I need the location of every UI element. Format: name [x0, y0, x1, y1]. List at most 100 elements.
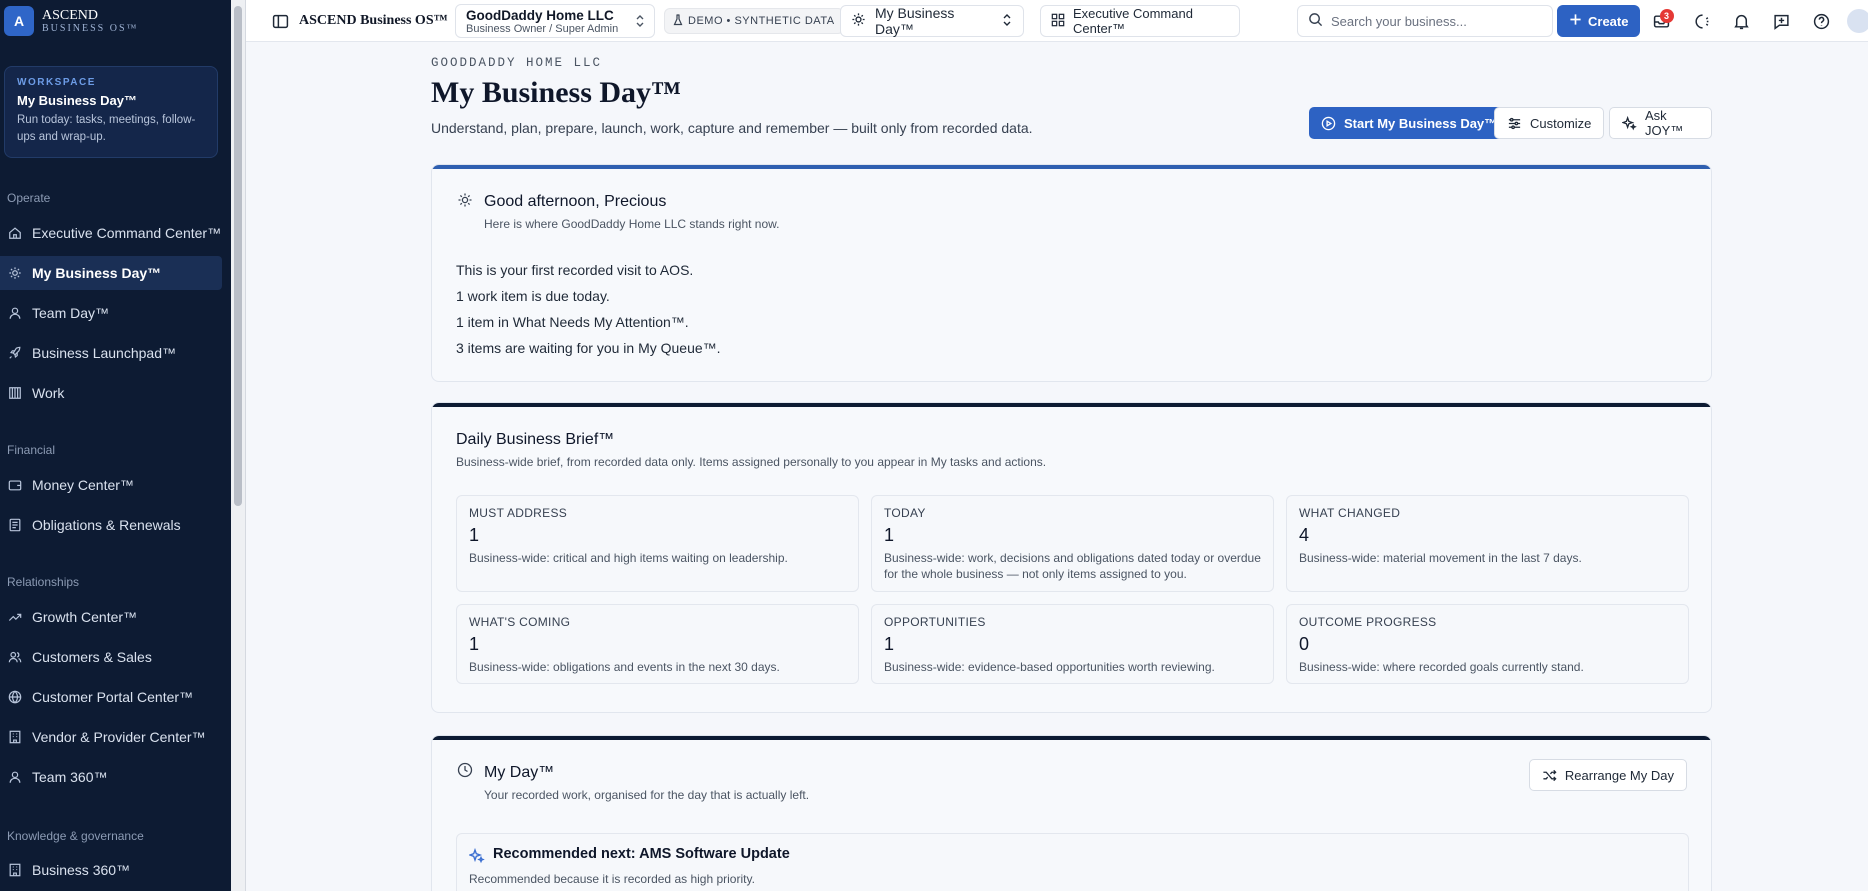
- search-input[interactable]: Search your business...: [1297, 5, 1553, 37]
- sidebar-item-label: Customer Portal Center™: [32, 689, 194, 705]
- chevron-updown-icon: [1001, 13, 1013, 30]
- stat-description: Business-wide: evidence-based opportunit…: [884, 660, 1215, 674]
- help-circle-icon: [1813, 13, 1830, 30]
- clock-icon: [457, 762, 473, 778]
- stat-label: MUST ADDRESS: [469, 506, 568, 520]
- stat-what-changed[interactable]: WHAT CHANGED 4 Business-wide: material m…: [1286, 495, 1689, 592]
- user-icon: [8, 770, 22, 784]
- sidebar-item-label: Team 360™: [32, 769, 108, 785]
- main-content: GOODDADDY HOME LLC My Business Day™ Unde…: [431, 42, 1712, 891]
- greeting-lines: This is your first recorded visit to AOS…: [456, 257, 721, 361]
- stat-label: WHAT'S COMING: [469, 615, 571, 629]
- feedback-button[interactable]: [1767, 5, 1795, 37]
- sidebar-item-business-launchpad[interactable]: Business Launchpad™: [0, 336, 222, 370]
- command-center-label: Executive Command Center™: [1073, 6, 1193, 36]
- sidebar-item-label: Executive Command Center™: [32, 225, 222, 241]
- brief-title: Daily Business Brief™: [456, 431, 615, 448]
- stat-must-address[interactable]: MUST ADDRESS 1 Business-wide: critical a…: [456, 495, 859, 592]
- workspace-select-label: My Business Day™: [875, 5, 955, 37]
- create-button[interactable]: Create: [1557, 5, 1641, 37]
- flask-icon: [673, 13, 683, 29]
- greeting-line: 3 items are waiting for you in My Queue™…: [456, 340, 721, 356]
- create-label: Create: [1588, 13, 1629, 29]
- customize-button[interactable]: Customize: [1494, 107, 1605, 139]
- stat-outcome-progress[interactable]: OUTCOME PROGRESS 0 Business-wide: where …: [1286, 604, 1689, 684]
- app-title: ASCEND Business OS™: [299, 13, 448, 28]
- sparkles-icon: [1622, 115, 1637, 131]
- nav-section-operate: Operate: [7, 191, 51, 205]
- sidebar-item-customer-portal-center[interactable]: Customer Portal Center™: [0, 680, 222, 714]
- customize-label: Customize: [1530, 115, 1592, 131]
- card-accent-bar: [432, 403, 1711, 407]
- sidebar-item-label: Business Launchpad™: [32, 345, 176, 361]
- search-icon: [1308, 12, 1323, 30]
- notifications-button[interactable]: [1727, 5, 1755, 37]
- demo-badge: DEMO • SYNTHETIC DATA: [664, 8, 844, 34]
- sidebar-item-team-360[interactable]: Team 360™: [0, 760, 222, 794]
- user-avatar[interactable]: [1845, 5, 1868, 37]
- nav-section-financial: Financial: [7, 443, 56, 457]
- sidebar-toggle-icon[interactable]: [266, 5, 294, 37]
- page-subtitle: Understand, plan, prepare, launch, work,…: [431, 120, 1033, 136]
- scrollbar-thumb[interactable]: [234, 6, 242, 506]
- stat-value: 1: [469, 634, 480, 654]
- inbox-button[interactable]: 3: [1647, 5, 1675, 37]
- sidebar-item-my-business-day[interactable]: My Business Day™: [0, 256, 222, 290]
- stat-whats-coming[interactable]: WHAT'S COMING 1 Business-wide: obligatio…: [456, 604, 859, 684]
- stat-description: Business-wide: where recorded goals curr…: [1299, 660, 1584, 674]
- stat-label: TODAY: [884, 506, 926, 520]
- rearrange-label: Rearrange My Day: [1564, 767, 1674, 783]
- help-button[interactable]: [1807, 5, 1835, 37]
- recommended-subtitle: Recommended because it is recorded as hi…: [469, 872, 755, 886]
- rearrange-my-day-button[interactable]: Rearrange My Day: [1528, 759, 1687, 791]
- message-plus-icon: [1773, 13, 1790, 30]
- workspace-title: My Business Day™: [17, 93, 137, 108]
- start-business-day-button[interactable]: Start My Business Day™: [1309, 107, 1510, 139]
- stat-opportunities[interactable]: OPPORTUNITIES 1 Business-wide: evidence-…: [871, 604, 1274, 684]
- sidebar-item-label: Business 360™: [32, 862, 131, 878]
- brief-subtitle: Business-wide brief, from recorded data …: [456, 455, 1047, 469]
- org-switcher[interactable]: GoodDaddy Home LLC Business Owner / Supe…: [455, 4, 655, 38]
- sidebar-item-label: Money Center™: [32, 477, 134, 493]
- ask-joy-button[interactable]: Ask JOY™: [1609, 107, 1712, 139]
- greeting-line: This is your first recorded visit to AOS…: [456, 262, 694, 278]
- greeting-card: Good afternoon, Precious Here is where G…: [431, 164, 1712, 382]
- sidebar-scrollbar[interactable]: [231, 0, 246, 891]
- command-center-button[interactable]: Executive Command Center™: [1040, 5, 1240, 37]
- stat-description: Business-wide: work, decisions and oblig…: [884, 551, 1261, 581]
- inbox-icon: 3: [1653, 8, 1674, 30]
- workspace-select[interactable]: My Business Day™: [840, 5, 1024, 37]
- bell-icon: [1733, 13, 1750, 30]
- sidebar-item-business-360[interactable]: Business 360™: [0, 853, 222, 887]
- stat-label: WHAT CHANGED: [1299, 506, 1401, 520]
- sidebar-item-growth-center[interactable]: Growth Center™: [0, 600, 222, 634]
- sidebar-item-label: My Business Day™: [32, 265, 162, 281]
- workspace-label: WORKSPACE: [17, 77, 96, 88]
- wallet-icon: [8, 478, 22, 492]
- stat-today[interactable]: TODAY 1 Business-wide: work, decisions a…: [871, 495, 1274, 592]
- start-label: Start My Business Day™: [1344, 115, 1498, 131]
- stat-label: OPPORTUNITIES: [884, 615, 986, 629]
- briefcase-icon: [8, 386, 22, 400]
- play-circle-icon: [1321, 116, 1336, 131]
- sidebar-item-team-day[interactable]: Team Day™: [0, 296, 222, 330]
- chevron-updown-icon: [634, 14, 646, 31]
- sidebar-item-executive-command-center[interactable]: Executive Command Center™: [0, 216, 222, 250]
- building-icon: [8, 730, 22, 744]
- sidebar-item-customers-sales[interactable]: Customers & Sales: [0, 640, 222, 674]
- ask-joy-label: Ask JOY™: [1645, 108, 1684, 138]
- theme-toggle-button[interactable]: [1687, 5, 1715, 37]
- sidebar-item-label: Work: [32, 385, 65, 401]
- greeting-line: 1 item in What Needs My Attention™.: [456, 314, 689, 330]
- sidebar-item-obligations-renewals[interactable]: Obligations & Renewals: [0, 508, 222, 542]
- demo-badge-label: DEMO • SYNTHETIC DATA: [688, 15, 835, 27]
- users-icon: [8, 650, 22, 664]
- greeting-title: Good afternoon, Precious: [484, 193, 667, 210]
- sidebar-item-work[interactable]: Work: [0, 376, 222, 410]
- card-accent-bar: [432, 165, 1711, 169]
- sidebar-item-money-center[interactable]: Money Center™: [0, 468, 222, 502]
- brand[interactable]: A ASCEND BUSINESS OS™: [4, 6, 138, 36]
- nav-section-relationships: Relationships: [7, 575, 80, 589]
- recommended-next-card[interactable]: Recommended next: AMS Software Update Re…: [456, 833, 1689, 891]
- sidebar-item-vendor-provider-center[interactable]: Vendor & Provider Center™: [0, 720, 222, 754]
